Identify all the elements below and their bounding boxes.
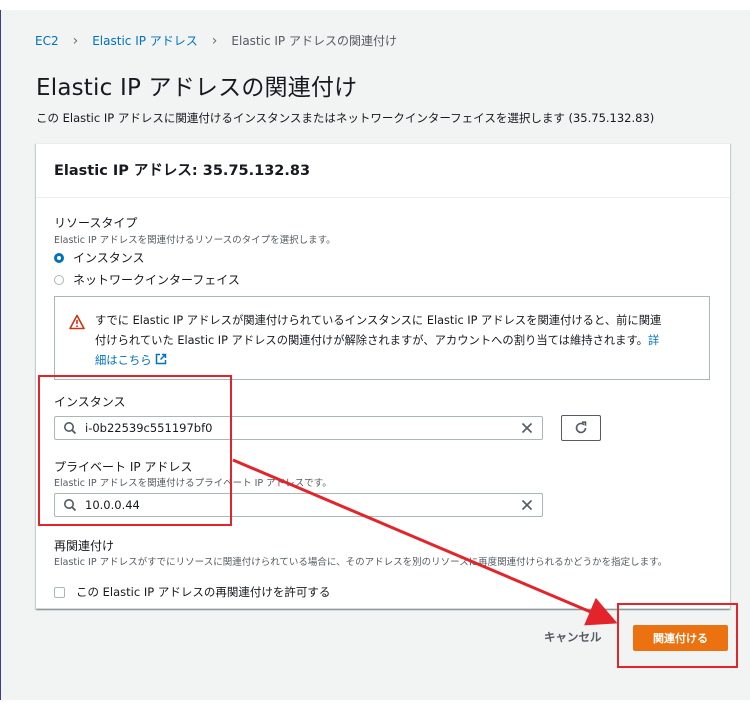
chevron-right-icon: › xyxy=(211,32,218,49)
warning-icon xyxy=(69,314,85,330)
reassociation-description: Elastic IP アドレスがすでにリソースに関連付けられている場合に、そのア… xyxy=(54,557,668,568)
reassociation-checkbox-label: この Elastic IP アドレスの再関連付けを許可する xyxy=(76,585,331,599)
warning-alert: すでに Elastic IP アドレスが関連付けられているインスタンスに Ela… xyxy=(54,296,710,380)
reassociation-checkbox[interactable]: この Elastic IP アドレスの再関連付けを許可する xyxy=(54,584,330,600)
chevron-right-icon: › xyxy=(72,32,79,49)
alert-text: すでに Elastic IP アドレスが関連付けられているインスタンスに Ela… xyxy=(95,311,695,371)
learn-more-link[interactable]: 細はこちら xyxy=(95,354,152,367)
page-background: EC2 › Elastic IP アドレス › Elastic IP アドレスの… xyxy=(0,10,750,700)
radio-instance[interactable]: インスタンス xyxy=(54,249,145,266)
page-title: Elastic IP アドレスの関連付け xyxy=(36,75,358,101)
breadcrumb-elastic-ip[interactable]: Elastic IP アドレス xyxy=(92,32,198,49)
highlight-box-instance-fields xyxy=(38,375,232,526)
container-title: Elastic IP アドレス: 35.75.132.83 xyxy=(54,163,311,179)
refresh-icon xyxy=(575,421,587,434)
clear-icon[interactable] xyxy=(520,421,534,435)
resource-type-label: リソースタイプ xyxy=(54,216,138,230)
cancel-button[interactable]: キャンセル xyxy=(544,629,602,645)
radio-network-interface[interactable]: ネットワークインターフェイス xyxy=(54,271,240,288)
external-link-icon[interactable] xyxy=(155,353,167,365)
breadcrumb-current: Elastic IP アドレスの関連付け xyxy=(231,34,397,48)
checkbox-icon[interactable] xyxy=(54,586,65,598)
reassociation-label: 再関連付け xyxy=(54,539,115,553)
refresh-button[interactable] xyxy=(561,415,601,441)
alert-line1: すでに Elastic IP アドレスが関連付けられているインスタンスに Ela… xyxy=(95,314,662,327)
alert-line2: 付けられていた Elastic IP アドレスの関連付けが解除されますが、アカウ… xyxy=(95,334,648,347)
learn-more-link-part1[interactable]: 詳 xyxy=(648,334,659,347)
breadcrumb-ec2[interactable]: EC2 xyxy=(35,34,59,48)
radio-network-interface-label: ネットワークインターフェイス xyxy=(73,273,240,287)
clear-icon[interactable] xyxy=(520,498,534,512)
radio-unselected-icon[interactable] xyxy=(54,274,64,285)
container-header: Elastic IP アドレス: 35.75.132.83 xyxy=(36,144,730,198)
highlight-box-associate-button xyxy=(617,603,738,668)
page-description: この Elastic IP アドレスに関連付けるインスタンスまたはネットワークイ… xyxy=(36,111,655,125)
breadcrumb: EC2 › Elastic IP アドレス › Elastic IP アドレスの… xyxy=(35,32,397,49)
resource-type-description: Elastic IP アドレスを関連付けるリソースのタイプを選択します。 xyxy=(54,235,336,246)
radio-selected-icon[interactable] xyxy=(54,252,64,263)
radio-instance-label: インスタンス xyxy=(73,251,145,265)
